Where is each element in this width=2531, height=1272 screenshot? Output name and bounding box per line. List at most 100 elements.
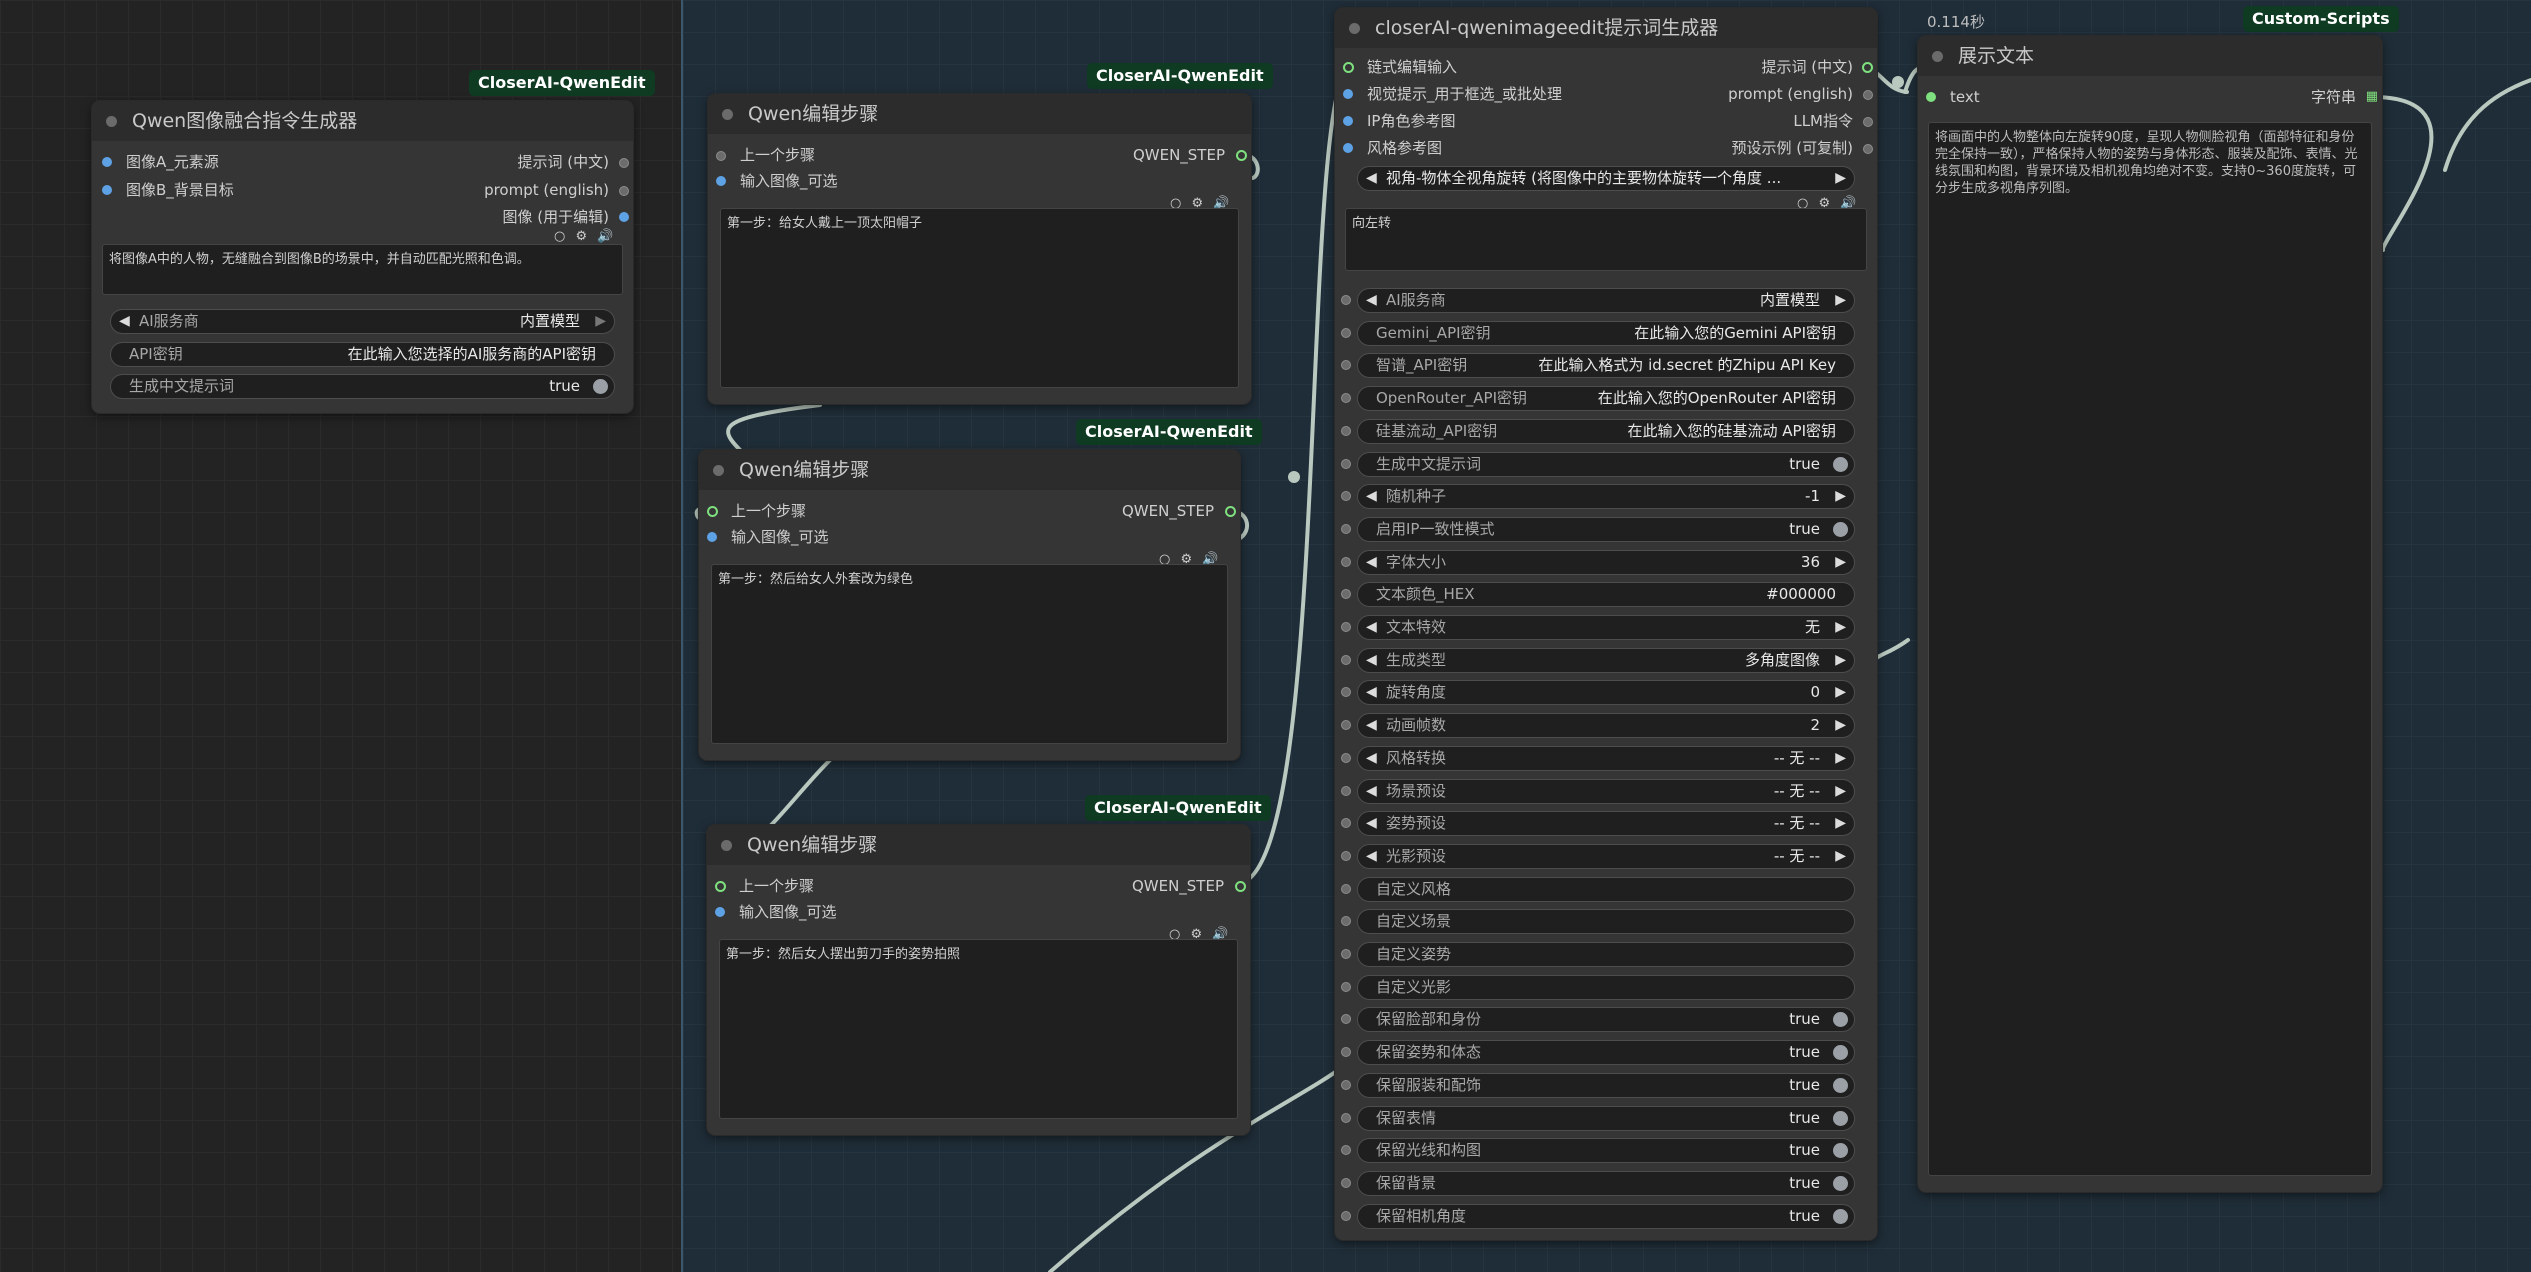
left-arrow-icon[interactable]: ◀ <box>119 310 130 333</box>
step-textarea[interactable]: 第一步：然后给女人外套改为绿色 <box>711 564 1228 744</box>
node-title-bar[interactable]: Qwen编辑步骤 <box>707 825 1250 865</box>
widget-row[interactable]: ◀ 旋转角度 0 ▶ <box>1357 680 1855 705</box>
preset-combo[interactable]: ◀ 视角-物体全视角旋转 (将图像中的主要物体旋转一个角度 ... ▶ <box>1357 166 1855 191</box>
widget-input-pin-icon[interactable] <box>1341 589 1351 599</box>
widget-input-pin-icon[interactable] <box>1341 1178 1351 1188</box>
left-arrow-icon[interactable]: ◀ <box>1366 681 1377 704</box>
widget-row[interactable]: ◀ 光影预设 -- 无 -- ▶ <box>1357 844 1855 869</box>
input-slot-image[interactable]: 输入图像_可选 <box>715 901 837 923</box>
widget-row[interactable]: 保留光线和构图 true <box>1357 1138 1855 1163</box>
qwen-fusion-node[interactable]: Qwen图像融合指令生成器 图像A_元素源 图像B_背景目标 提示词 (中文) … <box>92 101 633 413</box>
input-slot-prev-step[interactable]: 上一个步骤 <box>707 500 806 522</box>
input-pin-icon[interactable] <box>715 881 726 892</box>
toggle-knob-icon[interactable] <box>1833 1045 1848 1060</box>
input-slot-prev-step[interactable]: 上一个步骤 <box>716 144 815 166</box>
widget-input-pin-icon[interactable] <box>1341 328 1351 338</box>
collapse-dot-icon[interactable] <box>721 840 732 851</box>
widget-input-pin-icon[interactable] <box>1341 818 1351 828</box>
widget-input-pin-icon[interactable] <box>1341 982 1351 992</box>
widget-row[interactable]: 启用IP一致性模式 true <box>1357 517 1855 542</box>
widget-row[interactable]: ◀ 随机种子 -1 ▶ <box>1357 484 1855 509</box>
left-arrow-icon[interactable]: ◀ <box>1366 167 1377 190</box>
input-pin-icon[interactable] <box>1343 62 1354 73</box>
widget-row[interactable]: 保留相机角度 true <box>1357 1204 1855 1229</box>
right-arrow-icon[interactable]: ▶ <box>1835 649 1846 672</box>
right-arrow-icon[interactable]: ▶ <box>1835 747 1846 770</box>
widget-row[interactable]: 自定义光影 <box>1357 975 1855 1000</box>
widget-input-pin-icon[interactable] <box>1341 295 1351 305</box>
widget-row[interactable]: 自定义风格 <box>1357 877 1855 902</box>
output-slot-qwen-step[interactable]: QWEN_STEP <box>1132 875 1246 897</box>
text-controls[interactable]: ○ ⚙ 🔊 <box>554 229 616 244</box>
output-slot-preset[interactable]: 预设示例 (可复制) <box>1732 137 1873 159</box>
input-slot-image-b[interactable]: 图像B_背景目标 <box>102 179 234 201</box>
output-pin-icon[interactable] <box>619 158 629 168</box>
input-slot-style-ref[interactable]: 风格参考图 <box>1343 137 1442 159</box>
input-pin-icon[interactable] <box>715 907 725 917</box>
input-pin-icon[interactable] <box>716 176 726 186</box>
left-arrow-icon[interactable]: ◀ <box>1366 780 1377 803</box>
widget-row[interactable]: ◀ 文本特效 无 ▶ <box>1357 615 1855 640</box>
widget-input-pin-icon[interactable] <box>1341 459 1351 469</box>
widget-row[interactable]: 保留脸部和身份 true <box>1357 1007 1855 1032</box>
widget-row[interactable]: 生成中文提示词 true <box>1357 452 1855 477</box>
node-title-bar[interactable]: closerAI-qwenimageedit提示词生成器 <box>1335 8 1877 48</box>
output-slot-prompt-en[interactable]: prompt (english) <box>484 179 629 201</box>
right-arrow-icon[interactable]: ▶ <box>1835 845 1846 868</box>
output-pin-icon[interactable] <box>1863 144 1873 154</box>
widget-input-pin-icon[interactable] <box>1341 622 1351 632</box>
output-slot-llm[interactable]: LLM指令 <box>1793 110 1873 132</box>
output-pin-icon[interactable] <box>1862 62 1873 73</box>
right-arrow-icon[interactable]: ▶ <box>1835 289 1846 312</box>
output-slot-prompt-cn[interactable]: 提示词 (中文) <box>1762 56 1873 78</box>
input-pin-icon[interactable] <box>1343 116 1353 126</box>
left-arrow-icon[interactable]: ◀ <box>1366 747 1377 770</box>
right-arrow-icon[interactable]: ▶ <box>1835 780 1846 803</box>
widget-input-pin-icon[interactable] <box>1341 557 1351 567</box>
toggle-knob-icon[interactable] <box>1833 1078 1848 1093</box>
toggle-knob-icon[interactable] <box>1833 1209 1848 1224</box>
widget-row[interactable]: OpenRouter_API密钥 在此输入您的OpenRouter API密钥 <box>1357 386 1855 411</box>
right-arrow-icon[interactable]: ▶ <box>1835 616 1846 639</box>
qwen-edit-step-1[interactable]: Qwen编辑步骤 上一个步骤 输入图像_可选 QWEN_STEP ○ ⚙ 🔊 第… <box>708 94 1251 404</box>
widget-input-pin-icon[interactable] <box>1341 753 1351 763</box>
node-title-bar[interactable]: Qwen编辑步骤 <box>699 450 1240 490</box>
right-arrow-icon[interactable]: ▶ <box>1835 551 1846 574</box>
widget-input-pin-icon[interactable] <box>1341 916 1351 926</box>
widget-row[interactable]: 保留姿势和体态 true <box>1357 1040 1855 1065</box>
instruction-textarea[interactable]: 向左转 <box>1345 208 1867 271</box>
left-arrow-icon[interactable]: ◀ <box>1366 616 1377 639</box>
widget-input-pin-icon[interactable] <box>1341 884 1351 894</box>
right-arrow-icon[interactable]: ▶ <box>1835 485 1846 508</box>
left-arrow-icon[interactable]: ◀ <box>1366 289 1377 312</box>
output-pin-icon[interactable] <box>1236 150 1247 161</box>
left-arrow-icon[interactable]: ◀ <box>1366 485 1377 508</box>
toggle-knob-icon[interactable] <box>1833 522 1848 537</box>
node-title-bar[interactable]: Qwen编辑步骤 <box>708 94 1251 134</box>
input-slot-prev-step[interactable]: 上一个步骤 <box>715 875 814 897</box>
widget-row[interactable]: 保留背景 true <box>1357 1171 1855 1196</box>
input-pin-icon[interactable] <box>1343 143 1353 153</box>
output-slot-prompt-cn[interactable]: 提示词 (中文) <box>518 151 629 173</box>
widget-row[interactable]: 自定义姿势 <box>1357 942 1855 967</box>
right-arrow-icon[interactable]: ▶ <box>1835 167 1846 190</box>
widget-row[interactable]: ◀ 动画帧数 2 ▶ <box>1357 713 1855 738</box>
collapse-dot-icon[interactable] <box>1349 23 1360 34</box>
toggle-knob-icon[interactable] <box>593 379 608 394</box>
collapse-dot-icon[interactable] <box>106 116 117 127</box>
right-arrow-icon[interactable]: ▶ <box>1835 714 1846 737</box>
widget-row[interactable]: ◀ AI服务商 内置模型 ▶ <box>1357 288 1855 313</box>
widget-input-pin-icon[interactable] <box>1341 655 1351 665</box>
qwen-edit-step-3[interactable]: Qwen编辑步骤 上一个步骤 输入图像_可选 QWEN_STEP ○ ⚙ 🔊 第… <box>707 825 1250 1135</box>
widget-row[interactable]: Gemini_API密钥 在此输入您的Gemini API密钥 <box>1357 321 1855 346</box>
widget-row[interactable]: 智谱_API密钥 在此输入格式为 id.secret 的Zhipu API Key <box>1357 353 1855 378</box>
qwen-edit-step-2[interactable]: Qwen编辑步骤 上一个步骤 输入图像_可选 QWEN_STEP ○ ⚙ 🔊 第… <box>699 450 1240 760</box>
input-pin-icon[interactable] <box>1343 89 1353 99</box>
collapse-dot-icon[interactable] <box>722 109 733 120</box>
output-pin-icon[interactable] <box>1235 881 1246 892</box>
input-slot-image[interactable]: 输入图像_可选 <box>707 526 829 548</box>
output-pin-icon[interactable] <box>1225 506 1236 517</box>
output-slot-image[interactable]: 图像 (用于编辑) <box>503 206 629 228</box>
toggle-knob-icon[interactable] <box>1833 1176 1848 1191</box>
input-slot-text[interactable]: text <box>1926 86 1980 108</box>
